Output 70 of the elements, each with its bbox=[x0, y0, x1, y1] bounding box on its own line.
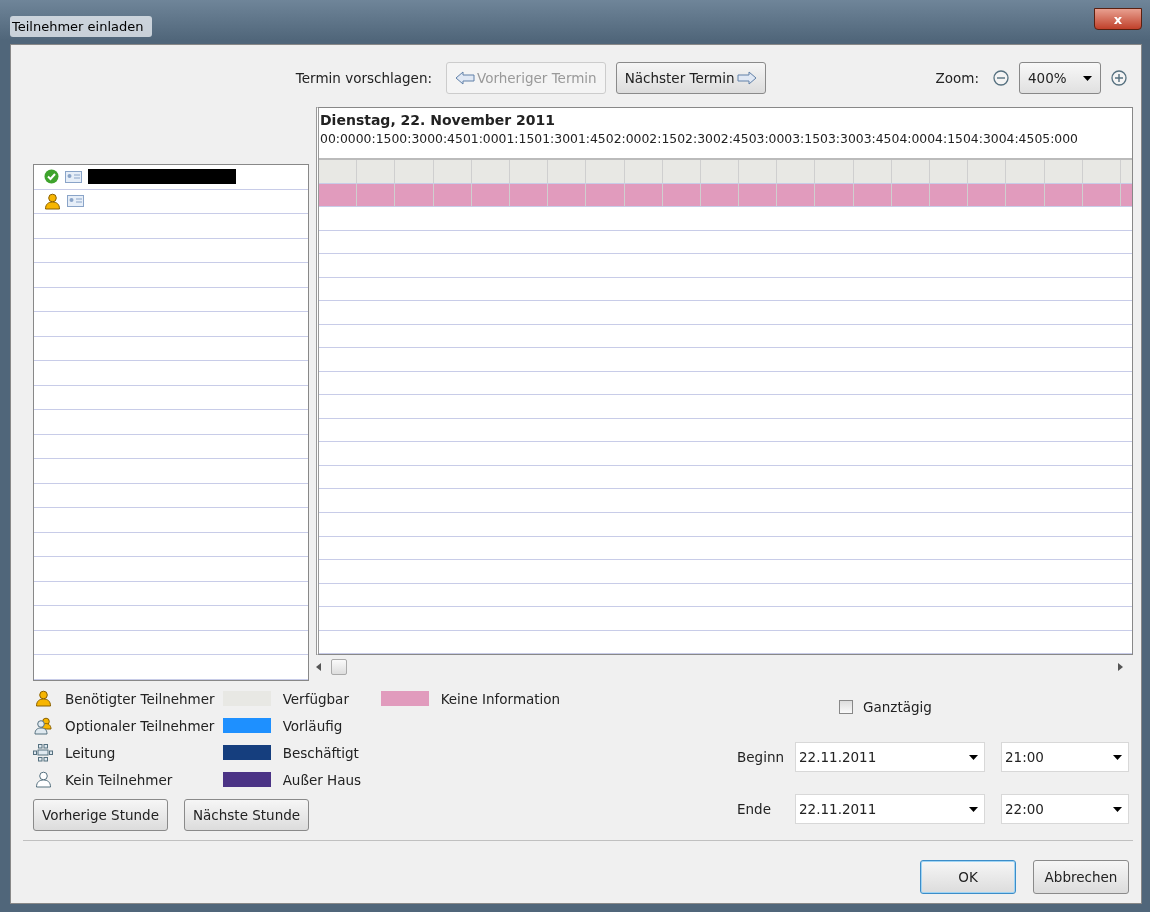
date-field[interactable]: 22.11.2011 bbox=[795, 742, 985, 772]
zoom-out-icon[interactable] bbox=[993, 70, 1009, 86]
zoom-in-icon[interactable] bbox=[1111, 70, 1127, 86]
time-label: 04:15 bbox=[927, 131, 963, 146]
check-icon bbox=[44, 169, 59, 185]
time-label: 03:15 bbox=[784, 131, 821, 146]
legend-label: Benötigter Teilnehmer bbox=[65, 690, 215, 707]
time-label: 02:00 bbox=[605, 131, 642, 146]
all-day-checkbox[interactable] bbox=[839, 700, 853, 714]
scroll-right-icon[interactable] bbox=[1118, 663, 1123, 671]
time-label: 00:00 bbox=[320, 131, 356, 146]
time-label: 03:45 bbox=[855, 131, 892, 146]
scroll-left-icon[interactable] bbox=[316, 663, 321, 671]
people-icon bbox=[33, 716, 53, 735]
legend-label: Kein Teilnehmer bbox=[65, 771, 173, 788]
time-field[interactable]: 22:00 bbox=[1001, 794, 1129, 824]
time-label: 0 bbox=[1070, 131, 1078, 146]
field-label: Ende bbox=[737, 801, 772, 817]
caret-icon bbox=[969, 754, 978, 760]
caret-icon bbox=[969, 806, 978, 812]
time-label: 00:30 bbox=[391, 131, 428, 146]
all-day-label: Ganztägig bbox=[863, 699, 932, 715]
table-icon bbox=[33, 743, 53, 762]
person-outline-icon bbox=[34, 771, 52, 788]
field-label: Beginn bbox=[737, 749, 785, 765]
close-button[interactable]: x bbox=[1094, 8, 1142, 30]
legend-label: Optionaler Teilnehmer bbox=[65, 717, 215, 734]
arrow-left-icon bbox=[455, 71, 475, 85]
date-field[interactable]: 22.11.2011 bbox=[795, 794, 985, 824]
time-label: 04:45 bbox=[998, 131, 1035, 146]
legend-label: Keine Information bbox=[440, 690, 561, 707]
time-label: 04:30 bbox=[962, 131, 999, 146]
person-icon bbox=[34, 690, 52, 707]
time-label: 02:45 bbox=[712, 131, 749, 146]
legend-label: Leitung bbox=[65, 744, 116, 761]
contact-card-icon[interactable] bbox=[67, 195, 84, 208]
time-label: 00:45 bbox=[427, 131, 463, 146]
zoom-label: Zoom: bbox=[935, 70, 979, 86]
date-heading: Dienstag, 22. November 2011 bbox=[320, 112, 557, 128]
cancel-button[interactable]: Abbrechen bbox=[1033, 860, 1129, 894]
caret-icon bbox=[1113, 754, 1122, 760]
time-label: 03:30 bbox=[820, 131, 856, 146]
legend-label: Außer Haus bbox=[282, 771, 363, 788]
person-icon bbox=[44, 192, 61, 210]
time-label: 01:45 bbox=[570, 131, 606, 146]
time-label: 03:00 bbox=[748, 131, 785, 146]
time-label: 02:15 bbox=[641, 131, 678, 146]
caret-icon bbox=[1113, 806, 1122, 812]
next-slot-button[interactable]: Nächster Termin bbox=[615, 62, 766, 94]
time-label: 01:15 bbox=[498, 131, 535, 146]
zoom-select[interactable]: 400% bbox=[1019, 62, 1101, 94]
window-title: Teilnehmer einladen bbox=[10, 15, 152, 37]
hour-button[interactable]: Nächste Stunde bbox=[183, 799, 310, 831]
time-label: 02:30 bbox=[677, 131, 713, 146]
time-label: 01:00 bbox=[462, 131, 499, 146]
hour-button[interactable]: Vorherige Stunde bbox=[33, 799, 168, 831]
suggest-label: Termin vorschlagen: bbox=[295, 70, 432, 86]
ok-button[interactable]: OK bbox=[920, 860, 1016, 894]
time-label: 01:30 bbox=[534, 131, 571, 146]
legend-label: Verfügbar bbox=[282, 690, 350, 707]
arrow-right-icon bbox=[736, 71, 757, 85]
legend-label: Vorläufig bbox=[282, 717, 344, 734]
time-field[interactable]: 21:00 bbox=[1001, 742, 1129, 772]
legend-label: Beschäftigt bbox=[282, 744, 360, 761]
time-label: 05:00 bbox=[1034, 131, 1071, 146]
caret-icon bbox=[1083, 75, 1092, 81]
contact-card-icon[interactable] bbox=[65, 170, 82, 183]
time-label: 04:00 bbox=[891, 131, 928, 146]
scrollbar-thumb[interactable] bbox=[331, 659, 347, 675]
time-label: 00:15 bbox=[355, 131, 392, 146]
